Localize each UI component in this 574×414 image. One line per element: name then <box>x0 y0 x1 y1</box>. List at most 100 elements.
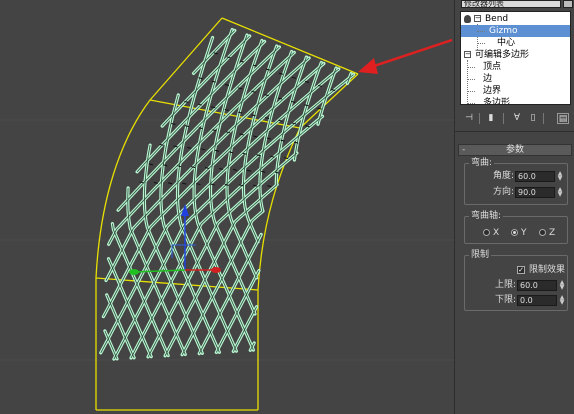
stack-item-label: Gizmo <box>489 26 518 36</box>
axis-x-radio[interactable]: X <box>483 227 503 239</box>
collapse-box-icon[interactable]: − <box>474 15 481 22</box>
stack-item-label: 顶点 <box>483 62 502 72</box>
limit-effect-label: 限制效果 <box>529 265 566 275</box>
make-unique-icon[interactable]: ∀ <box>511 113 523 124</box>
mesh-tick <box>196 183 201 186</box>
stack-item-label: 边 <box>483 74 493 84</box>
mesh-tick <box>238 87 243 90</box>
parameters-rollout-header[interactable]: - 参数 <box>458 144 572 156</box>
mesh-tick <box>277 97 283 100</box>
stack-item-label: 边界 <box>483 86 502 96</box>
mesh-tick <box>267 185 272 188</box>
mesh-strip <box>193 30 236 74</box>
mesh-tick <box>201 148 206 151</box>
stack-item-polygon[interactable]: 多边形 <box>461 97 570 105</box>
stack-item-gizmo[interactable]: Gizmo <box>461 25 570 37</box>
limit-effect-checkbox[interactable]: ✓ 限制效果 <box>517 264 567 276</box>
mesh-tick <box>211 106 216 109</box>
stack-item-center[interactable]: 中心 <box>461 37 570 49</box>
mesh-tick <box>182 182 187 185</box>
command-panel-modify: 修改器列表 − Bend Gizmo 中心 − 可编辑多边形 顶点 边 边界 多… <box>454 0 574 414</box>
mesh-tick <box>224 108 229 111</box>
viewport-scene[interactable] <box>0 0 454 414</box>
toolbar-separator <box>503 113 504 124</box>
mesh-tick <box>304 80 310 83</box>
mesh-tick <box>266 137 272 140</box>
collapse-box-icon[interactable]: − <box>464 51 471 58</box>
annotation-arrow <box>358 38 453 74</box>
angle-label: 角度: <box>493 171 515 181</box>
direction-label: 方向: <box>493 187 515 197</box>
mesh-tick <box>219 167 224 170</box>
checkbox-checked-icon[interactable]: ✓ <box>517 266 525 274</box>
modifier-stack[interactable]: − Bend Gizmo 中心 − 可编辑多边形 顶点 边 边界 多边形 <box>460 11 571 105</box>
lower-limit-label: 下限: <box>495 295 517 305</box>
stack-item-edge[interactable]: 边 <box>461 73 570 85</box>
axis-option-label: X <box>493 228 500 238</box>
3dsmax-window: 修改器列表 − Bend Gizmo 中心 − 可编辑多边形 顶点 边 边界 多… <box>0 0 574 414</box>
toolbar-separator <box>479 113 480 124</box>
upper-limit-label: 上限: <box>495 280 517 290</box>
pin-stack-icon[interactable]: ⊣ <box>463 113 475 124</box>
axis-option-label: Z <box>549 228 556 238</box>
direction-spinner-field[interactable]: 90.0 <box>515 187 555 198</box>
modifier-list-dropdown[interactable]: 修改器列表 <box>461 0 561 8</box>
rollout-title: 参数 <box>505 145 524 155</box>
mesh-tick <box>153 181 159 184</box>
mesh-tick <box>224 84 230 87</box>
direction-spinner-arrows-icon[interactable]: ▲ ▼ <box>557 187 563 198</box>
mesh-tick <box>264 117 270 120</box>
tree-branch <box>467 67 475 68</box>
mesh-tick <box>187 146 192 149</box>
stack-item-label: Bend <box>485 14 509 24</box>
stack-item-label: 可编辑多边形 <box>475 50 530 60</box>
group-title: 限制 <box>469 250 492 260</box>
toolbar-separator <box>543 113 544 124</box>
upper-limit-spinner-field[interactable]: 60.0 <box>517 280 557 291</box>
angle-spinner-field[interactable]: 60.0 <box>515 171 555 182</box>
axis-z-radio[interactable]: Z <box>539 227 559 239</box>
y-axis-handle-icon[interactable] <box>129 269 139 275</box>
mesh-tick <box>291 76 297 79</box>
group-title: 弯曲: <box>469 158 495 168</box>
lower-spinner-arrows-icon[interactable]: ▲ ▼ <box>559 295 565 306</box>
tree-branch <box>467 79 475 80</box>
bend-group: 弯曲: 角度: 60.0 ▲ ▼ 方向: 90.0 ▲ ▼ <box>464 158 568 205</box>
limits-group: 限制 ✓ 限制效果 上限: 60.0 ▲ ▼ 下限: 0.0 ▲ ▼ <box>464 250 568 311</box>
mesh-tick <box>148 163 154 166</box>
group-title: 弯曲轴: <box>469 211 504 221</box>
mesh-tick <box>247 169 252 172</box>
stack-item-vertex[interactable]: 顶点 <box>461 61 570 73</box>
upper-spinner-arrows-icon[interactable]: ▲ ▼ <box>559 280 565 291</box>
mesh-tick <box>167 182 173 185</box>
panel-divider <box>455 131 574 132</box>
lightbulb-icon[interactable] <box>464 15 471 23</box>
mesh-tick <box>253 135 258 138</box>
rollout-collapse-toggle[interactable]: - <box>462 145 465 155</box>
x-axis-handle-icon[interactable] <box>211 267 221 273</box>
tree-branch <box>477 31 485 32</box>
tree-branch <box>477 43 485 44</box>
mesh-tick <box>253 184 258 187</box>
stack-item-label: 中心 <box>497 38 516 48</box>
radio-button-selected-icon[interactable] <box>511 229 518 236</box>
bend-axis-group: 弯曲轴: X Y Z <box>464 211 568 244</box>
stack-item-editable-poly[interactable]: − 可编辑多边形 <box>461 49 570 61</box>
show-end-result-icon[interactable]: ▮ <box>485 113 497 124</box>
stack-toolbar: ⊣ ▮ ∀ ▯ ▤ <box>455 110 574 126</box>
radio-button-icon[interactable] <box>539 229 546 236</box>
stack-item-border[interactable]: 边界 <box>461 85 570 97</box>
angle-spinner-arrows-icon[interactable]: ▲ ▼ <box>557 171 563 182</box>
radio-button-icon[interactable] <box>483 229 490 236</box>
perspective-viewport[interactable] <box>0 0 454 414</box>
axis-option-label: Y <box>521 228 527 238</box>
tree-branch <box>467 103 475 104</box>
configure-sets-icon[interactable]: ▤ <box>557 113 569 124</box>
modifier-list-color-swatch[interactable] <box>563 0 573 8</box>
mesh-tick <box>233 168 238 171</box>
lower-limit-spinner-field[interactable]: 0.0 <box>517 295 557 306</box>
tree-branch <box>467 91 475 92</box>
stack-item-label: 多边形 <box>483 98 511 105</box>
remove-modifier-icon[interactable]: ▯ <box>527 113 539 124</box>
axis-y-radio[interactable]: Y <box>511 227 531 239</box>
